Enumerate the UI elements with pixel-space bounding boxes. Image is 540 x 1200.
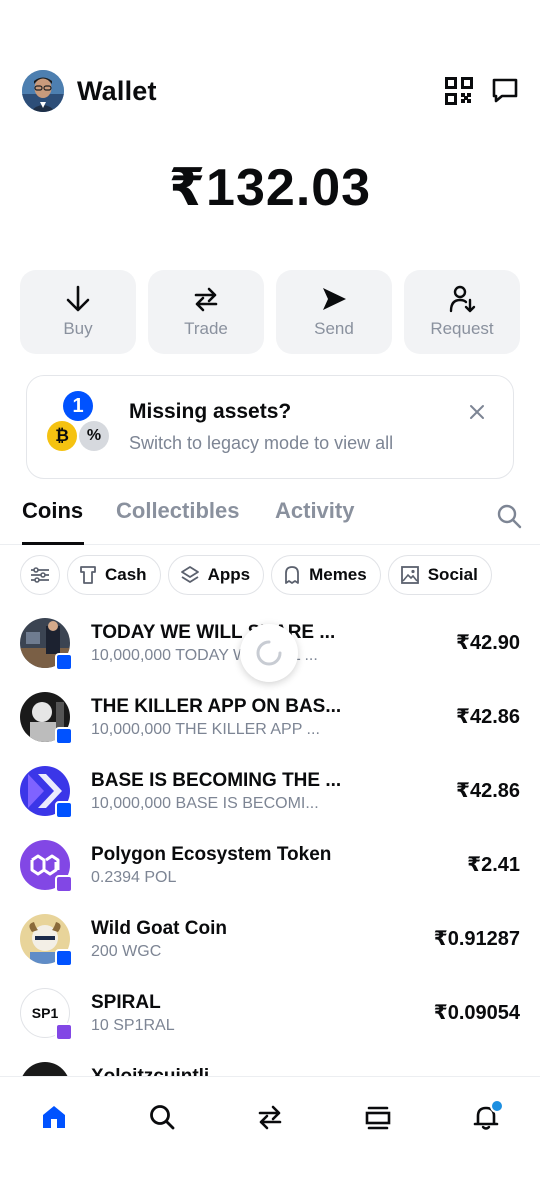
chip-apps-label: Apps bbox=[207, 565, 251, 584]
base-network-badge bbox=[55, 949, 73, 967]
ghost-icon bbox=[285, 566, 299, 584]
chip-social-label: Social bbox=[427, 565, 478, 584]
request-label: Request bbox=[430, 319, 494, 338]
coin-balance: 0.2394 POL bbox=[91, 869, 177, 886]
coin-name: SPIRAL bbox=[91, 992, 161, 1013]
coin-value: ₹42.86 bbox=[456, 780, 520, 802]
coin-value: ₹2.41 bbox=[467, 854, 520, 876]
send-label: Send bbox=[314, 319, 354, 338]
message-icon[interactable] bbox=[490, 76, 520, 106]
bell-icon[interactable] bbox=[466, 1097, 506, 1137]
cash-icon bbox=[80, 566, 96, 584]
bitcoin-icon: ₿ bbox=[47, 421, 77, 451]
base-network-badge bbox=[55, 653, 73, 671]
trade-label: Trade bbox=[184, 319, 228, 338]
buy-label: Buy bbox=[63, 319, 93, 338]
assets-illustration: 1 ₿ % bbox=[47, 391, 119, 463]
refresh-icon bbox=[256, 640, 282, 666]
base-network-badge bbox=[55, 801, 73, 819]
polygon-network-badge bbox=[55, 1023, 73, 1041]
bottom-nav bbox=[0, 1076, 540, 1200]
loading-spinner bbox=[240, 624, 298, 682]
search-icon[interactable] bbox=[495, 502, 523, 530]
coin-name: THE KILLER APP ON BAS... bbox=[91, 696, 342, 717]
coin-row[interactable]: SP1 SPIRAL 10 SP1RAL ₹0.09054 bbox=[0, 976, 540, 1050]
coin-value: ₹42.90 bbox=[456, 632, 520, 654]
stack-icon[interactable] bbox=[358, 1097, 398, 1137]
filter-chips: Cash Apps Memes Social bbox=[20, 555, 540, 595]
filter-settings-button[interactable] bbox=[20, 555, 60, 595]
arrow-down-icon bbox=[66, 285, 90, 312]
tab-collectibles[interactable]: Collectibles bbox=[116, 498, 239, 524]
notification-dot bbox=[490, 1099, 504, 1113]
total-balance: ₹132.03 bbox=[168, 159, 372, 217]
buy-button[interactable]: Buy bbox=[20, 270, 136, 354]
send-button[interactable]: Send bbox=[276, 270, 392, 354]
coin-balance: 10,000,000 BASE IS BECOMI... bbox=[91, 795, 319, 812]
chip-cash-label: Cash bbox=[105, 565, 147, 584]
avatar-image bbox=[22, 70, 64, 112]
chip-memes-label: Memes bbox=[309, 565, 367, 584]
coin-row[interactable]: Wild Goat Coin 200 WGC ₹0.91287 bbox=[0, 902, 540, 976]
page-title: Wallet bbox=[77, 75, 157, 106]
coin-name: TODAY WE WILL SHARE ... bbox=[91, 622, 336, 643]
swap-icon[interactable] bbox=[250, 1097, 290, 1137]
home-icon[interactable] bbox=[34, 1097, 74, 1137]
tab-coins[interactable]: Coins bbox=[22, 498, 83, 524]
coin-row[interactable]: BASE IS BECOMING THE ... 10,000,000 BASE… bbox=[0, 754, 540, 828]
quick-actions: Buy Trade Send Request bbox=[20, 270, 520, 354]
chip-memes[interactable]: Memes bbox=[271, 555, 381, 595]
request-icon bbox=[449, 285, 476, 313]
asset-tabs: Coins Collectibles Activity bbox=[0, 492, 540, 545]
coin-value: ₹0.09054 bbox=[433, 1002, 520, 1024]
user-avatar[interactable] bbox=[22, 70, 64, 112]
swap-icon bbox=[194, 287, 218, 312]
coin-name: BASE IS BECOMING THE ... bbox=[91, 770, 342, 791]
coin-value: ₹42.86 bbox=[456, 706, 520, 728]
request-button[interactable]: Request bbox=[404, 270, 520, 354]
chip-cash[interactable]: Cash bbox=[67, 555, 161, 595]
qr-code-icon[interactable] bbox=[444, 76, 474, 106]
coin-balance: 10,000,000 THE KILLER APP ... bbox=[91, 721, 320, 738]
polygon-network-badge bbox=[55, 875, 73, 893]
coin-name: Wild Goat Coin bbox=[91, 918, 227, 939]
coin-value: ₹0.91287 bbox=[433, 928, 520, 950]
sliders-icon bbox=[31, 567, 49, 583]
coin-row[interactable]: THE KILLER APP ON BAS... 10,000,000 THE … bbox=[0, 680, 540, 754]
trade-button[interactable]: Trade bbox=[148, 270, 264, 354]
banner-subtitle: Switch to legacy mode to view all bbox=[129, 433, 394, 453]
base-network-badge bbox=[55, 727, 73, 745]
close-icon[interactable] bbox=[465, 400, 489, 424]
layers-icon bbox=[180, 566, 199, 583]
active-tab-indicator bbox=[22, 542, 84, 545]
percent-icon: % bbox=[79, 421, 109, 451]
chip-social[interactable]: Social bbox=[387, 555, 492, 595]
search-icon[interactable] bbox=[142, 1097, 182, 1137]
coin-balance: 200 WGC bbox=[91, 943, 162, 960]
image-icon bbox=[400, 566, 419, 584]
missing-assets-banner[interactable]: 1 ₿ % Missing assets? Switch to legacy m… bbox=[26, 375, 514, 479]
coin-row[interactable]: Polygon Ecosystem Token 0.2394 POL ₹2.41 bbox=[0, 828, 540, 902]
tab-activity[interactable]: Activity bbox=[275, 498, 354, 524]
coin-balance: 10 SP1RAL bbox=[91, 1017, 175, 1034]
coin-name: Polygon Ecosystem Token bbox=[91, 844, 332, 865]
one-inch-icon: 1 bbox=[63, 391, 93, 421]
banner-title: Missing assets? bbox=[129, 400, 292, 423]
app-header: Wallet bbox=[22, 68, 520, 114]
chip-apps[interactable]: Apps bbox=[167, 555, 265, 595]
send-icon bbox=[323, 288, 346, 310]
